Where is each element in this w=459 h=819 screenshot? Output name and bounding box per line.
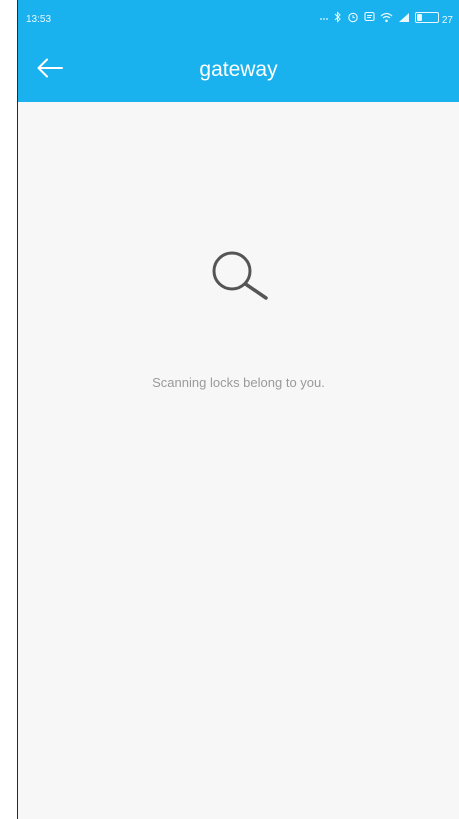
signal-icon (398, 12, 410, 26)
status-bar: 13:53 27 (18, 0, 459, 38)
status-time: 13:53 (26, 14, 52, 25)
wifi-icon (380, 12, 393, 26)
scan-content: Scanning locks belong to you. (18, 102, 459, 819)
search-icon (208, 247, 280, 305)
battery-shell (415, 11, 440, 23)
alarm-icon (347, 11, 359, 26)
phone-frame: 13:53 27 gateway Scanning locks belong t… (17, 0, 459, 819)
app-toolbar: gateway (18, 38, 459, 102)
screen: 13:53 27 gateway Scanning locks belong t… (0, 0, 459, 819)
scan-status-text: Scanning locks belong to you. (152, 375, 325, 390)
battery-label: 27 (441, 14, 453, 26)
battery-fill (417, 13, 423, 21)
page-title: gateway (199, 58, 278, 81)
battery-icon: 27 (415, 11, 453, 26)
dots-icon (319, 12, 329, 25)
status-icons: 27 (319, 11, 453, 26)
bluetooth-icon (334, 11, 342, 26)
message-icon (364, 11, 375, 26)
